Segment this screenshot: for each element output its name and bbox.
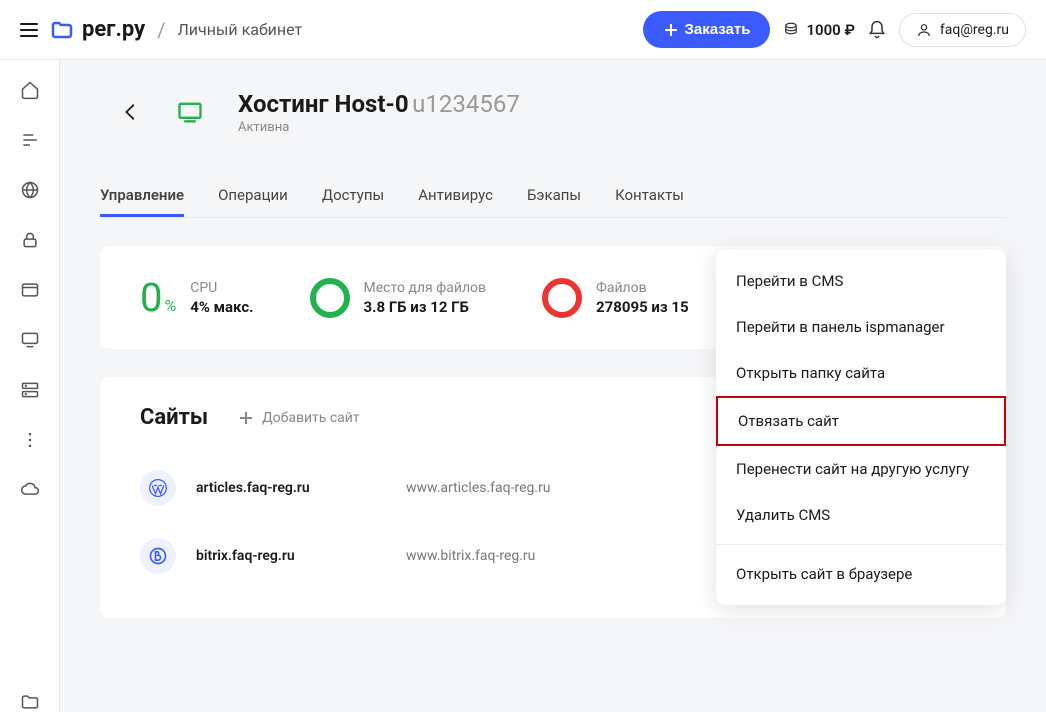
user-menu[interactable]: faq@reg.ru [899, 13, 1026, 47]
sidebar-item-window[interactable] [20, 280, 40, 300]
cpu-percent-ring: 0% [140, 274, 176, 321]
menu-delete-cms[interactable]: Удалить CMS [716, 492, 1006, 538]
sidebar-item-globe[interactable] [20, 180, 40, 200]
menu-goto-ispmanager[interactable]: Перейти в панель ispmanager [716, 304, 1006, 350]
site-url: www.bitrix.faq-reg.ru [406, 548, 744, 564]
breadcrumb-separator: / [157, 18, 165, 42]
menu-toggle[interactable] [20, 23, 38, 37]
service-status: Активна [238, 120, 520, 135]
sidebar-item-more[interactable] [20, 430, 40, 450]
service-id: u1234567 [412, 90, 520, 118]
coins-icon [782, 21, 800, 39]
tab-access[interactable]: Доступы [322, 176, 384, 217]
cpu-value: 4% макс. [190, 298, 253, 316]
sidebar-item-lock[interactable] [20, 230, 40, 250]
menu-move-site[interactable]: Перенести сайт на другую услугу [716, 446, 1006, 492]
plus-icon [238, 410, 254, 426]
wordpress-icon [140, 470, 176, 506]
back-button[interactable] [120, 101, 142, 123]
files-ring-icon [542, 278, 582, 318]
balance-chip[interactable]: 1000 ₽ [782, 21, 854, 39]
breadcrumb[interactable]: Личный кабинет [177, 20, 302, 39]
tab-operations[interactable]: Операции [218, 176, 288, 217]
tab-management[interactable]: Управление [100, 176, 184, 217]
disk-value: 3.8 ГБ из 12 ГБ [364, 298, 487, 316]
page-title: Хостинг Host-0 [238, 90, 409, 118]
menu-open-browser[interactable]: Открыть сайт в браузере [716, 551, 1006, 597]
files-value: 278095 из 15 [596, 298, 689, 316]
add-site-label: Добавить сайт [262, 410, 360, 426]
cpu-label: CPU [190, 280, 253, 296]
folder-icon [50, 18, 74, 42]
order-button[interactable]: Заказать [643, 11, 771, 48]
files-label: Файлов [596, 280, 689, 296]
sidebar-item-monitor[interactable] [20, 330, 40, 350]
sidebar-item-server[interactable] [20, 380, 40, 400]
bitrix-icon [140, 538, 176, 574]
sidebar-item-cloud[interactable] [20, 480, 40, 500]
site-url: www.articles.faq-reg.ru [406, 480, 744, 496]
user-email: faq@reg.ru [940, 22, 1009, 38]
logo-text: рег.ру [82, 17, 145, 42]
service-icon [162, 84, 218, 140]
user-icon [916, 22, 932, 38]
add-site-button[interactable]: Добавить сайт [238, 410, 360, 426]
site-name[interactable]: articles.faq-reg.ru [196, 480, 386, 496]
site-context-menu: Перейти в CMS Перейти в панель ispmanage… [716, 250, 1006, 605]
disk-label: Место для файлов [364, 280, 487, 296]
menu-unlink-site[interactable]: Отвязать сайт [716, 396, 1006, 446]
menu-goto-cms[interactable]: Перейти в CMS [716, 258, 1006, 304]
site-name[interactable]: bitrix.faq-reg.ru [196, 548, 386, 564]
notifications-button[interactable] [867, 20, 887, 40]
tab-contacts[interactable]: Контакты [615, 176, 684, 217]
order-label: Заказать [685, 21, 751, 38]
logo[interactable]: рег.ру [50, 17, 145, 42]
tab-antivirus[interactable]: Антивирус [418, 176, 493, 217]
tab-backups[interactable]: Бэкапы [527, 176, 581, 217]
plus-icon [663, 22, 679, 38]
menu-open-folder[interactable]: Открыть папку сайта [716, 350, 1006, 396]
sidebar-item-folder[interactable] [20, 692, 40, 712]
sidebar-item-home[interactable] [20, 80, 40, 100]
disk-ring-icon [310, 278, 350, 318]
sites-title: Сайты [140, 405, 208, 430]
menu-separator [716, 544, 1006, 545]
sidebar-item-list[interactable] [20, 130, 40, 150]
balance-value: 1000 ₽ [806, 21, 854, 39]
